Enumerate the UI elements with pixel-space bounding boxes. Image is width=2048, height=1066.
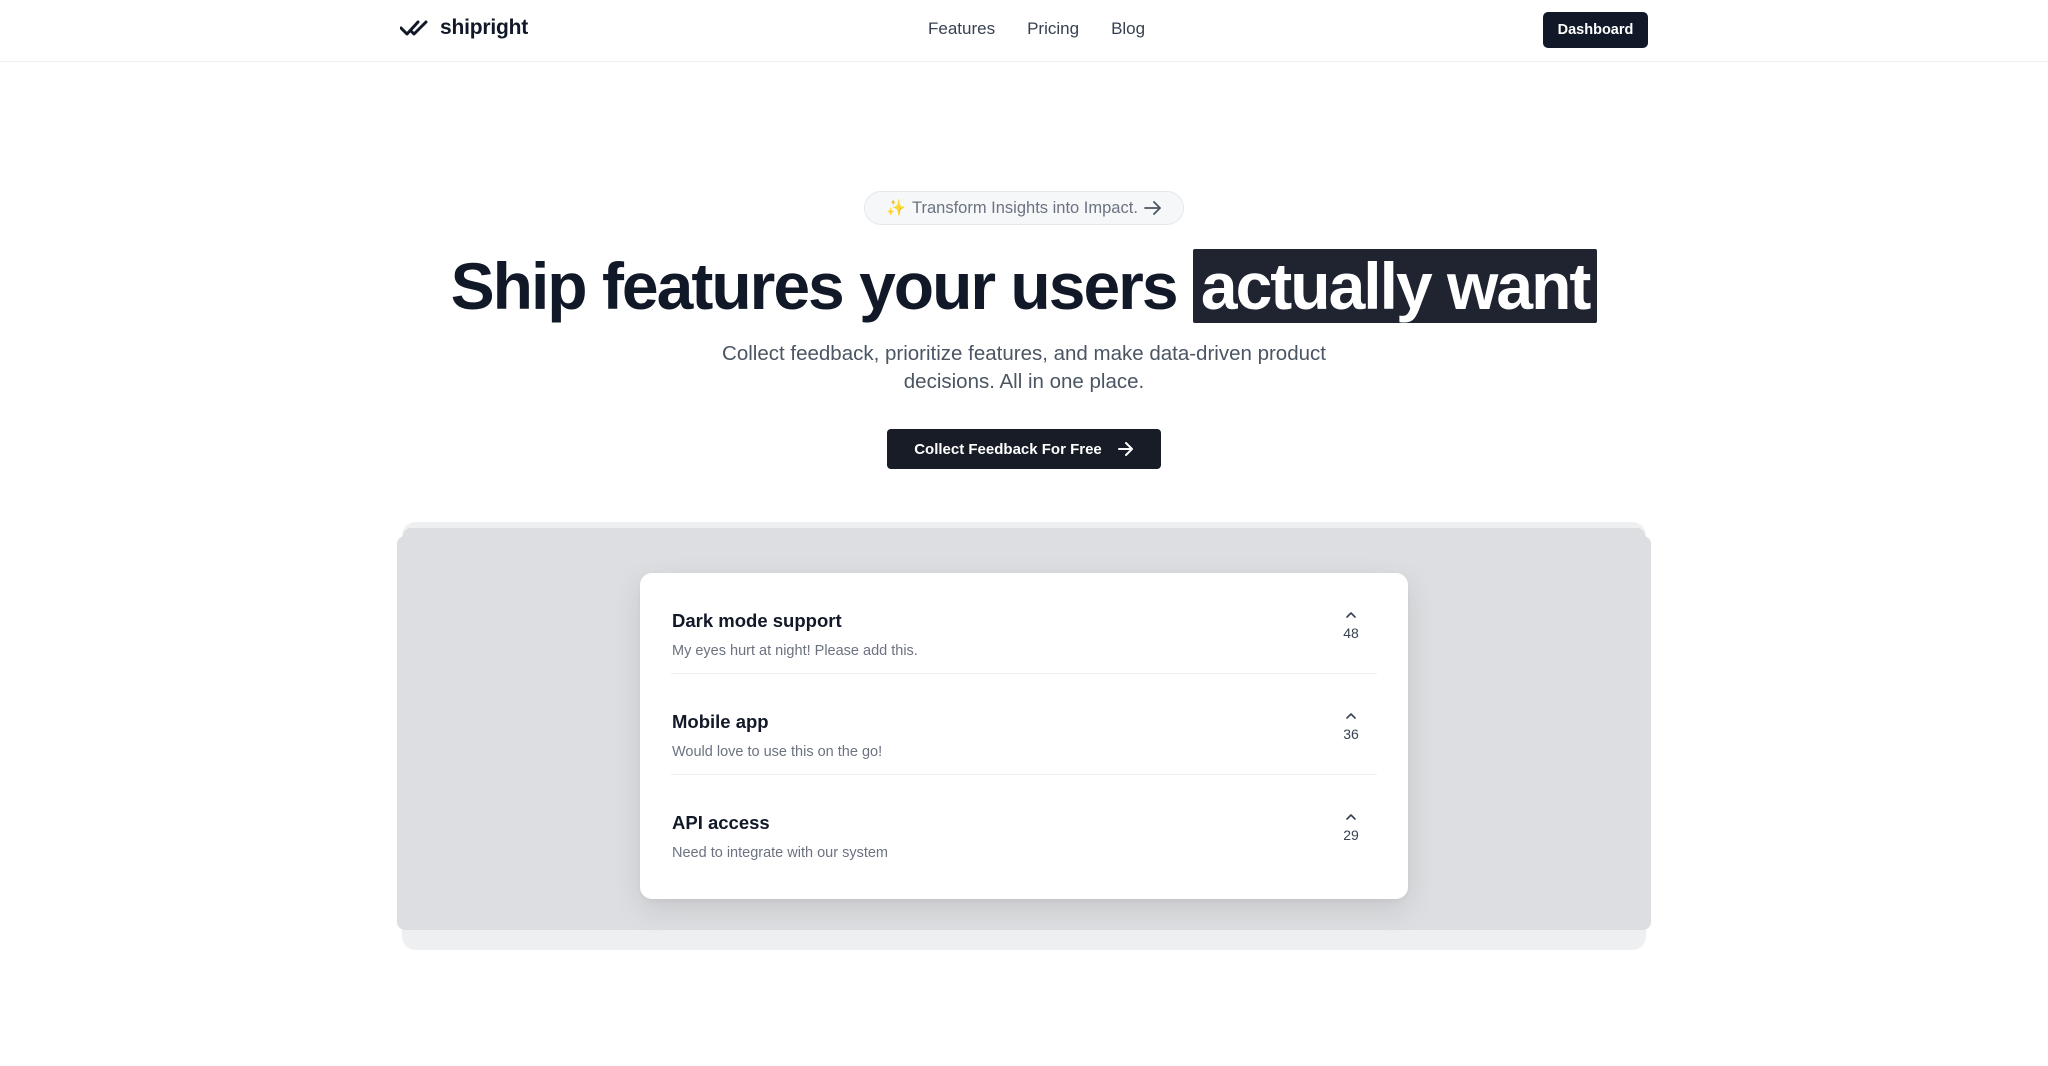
brand-logo[interactable]: shipright (400, 16, 528, 40)
chevron-up-icon (1346, 612, 1356, 618)
chevron-up-icon (1346, 814, 1356, 820)
vote-count: 29 (1343, 827, 1359, 843)
feedback-board-card: Dark mode support My eyes hurt at night!… (640, 573, 1408, 899)
arrow-right-icon (1144, 201, 1161, 215)
feedback-title: Mobile app (672, 711, 769, 732)
cta-label: Collect Feedback For Free (914, 440, 1102, 458)
headline-text: Ship features your users (450, 249, 1193, 323)
nav-links: Features Pricing Blog (928, 19, 1145, 39)
double-check-icon (400, 20, 428, 36)
chevron-up-icon (1346, 713, 1356, 719)
feedback-title: API access (672, 812, 770, 833)
hero-subtitle: Collect feedback, prioritize features, a… (0, 340, 2048, 396)
nav-link-pricing[interactable]: Pricing (1027, 19, 1079, 39)
announcement-text: Transform Insights into Impact. (912, 198, 1138, 217)
collect-feedback-button[interactable]: Collect Feedback For Free (887, 429, 1161, 469)
upvote-button[interactable]: 36 (1339, 712, 1363, 742)
feedback-item[interactable]: Mobile app Would love to use this on the… (671, 674, 1377, 775)
upvote-button[interactable]: 29 (1339, 813, 1363, 843)
top-navbar: shipright Features Pricing Blog Dashboar… (0, 0, 2048, 62)
announcement-pill[interactable]: ✨ Transform Insights into Impact. (864, 191, 1184, 225)
nav-link-blog[interactable]: Blog (1111, 19, 1145, 39)
subtitle-line-1: Collect feedback, prioritize features, a… (722, 342, 1326, 365)
hero-headline: Ship features your users actually want (0, 246, 2048, 326)
dashboard-button[interactable]: Dashboard (1543, 12, 1648, 48)
brand-name: shipright (440, 16, 529, 39)
subtitle-line-2: decisions. All in one place. (903, 370, 1145, 393)
arrow-right-icon (1117, 442, 1133, 456)
vote-count: 48 (1343, 625, 1359, 641)
feedback-title: Dark mode support (672, 610, 842, 631)
nav-link-features[interactable]: Features (928, 19, 995, 39)
feedback-description: Would love to use this on the go! (672, 744, 883, 760)
sparkles-icon: ✨ (886, 200, 907, 217)
upvote-button[interactable]: 48 (1339, 611, 1363, 641)
feedback-item[interactable]: Dark mode support My eyes hurt at night!… (671, 573, 1377, 674)
feedback-item[interactable]: API access Need to integrate with our sy… (671, 775, 1377, 876)
feedback-description: Need to integrate with our system (672, 845, 888, 861)
headline-highlight: actually want (1192, 249, 1598, 323)
feedback-description: My eyes hurt at night! Please add this. (672, 643, 918, 659)
vote-count: 36 (1343, 726, 1359, 742)
